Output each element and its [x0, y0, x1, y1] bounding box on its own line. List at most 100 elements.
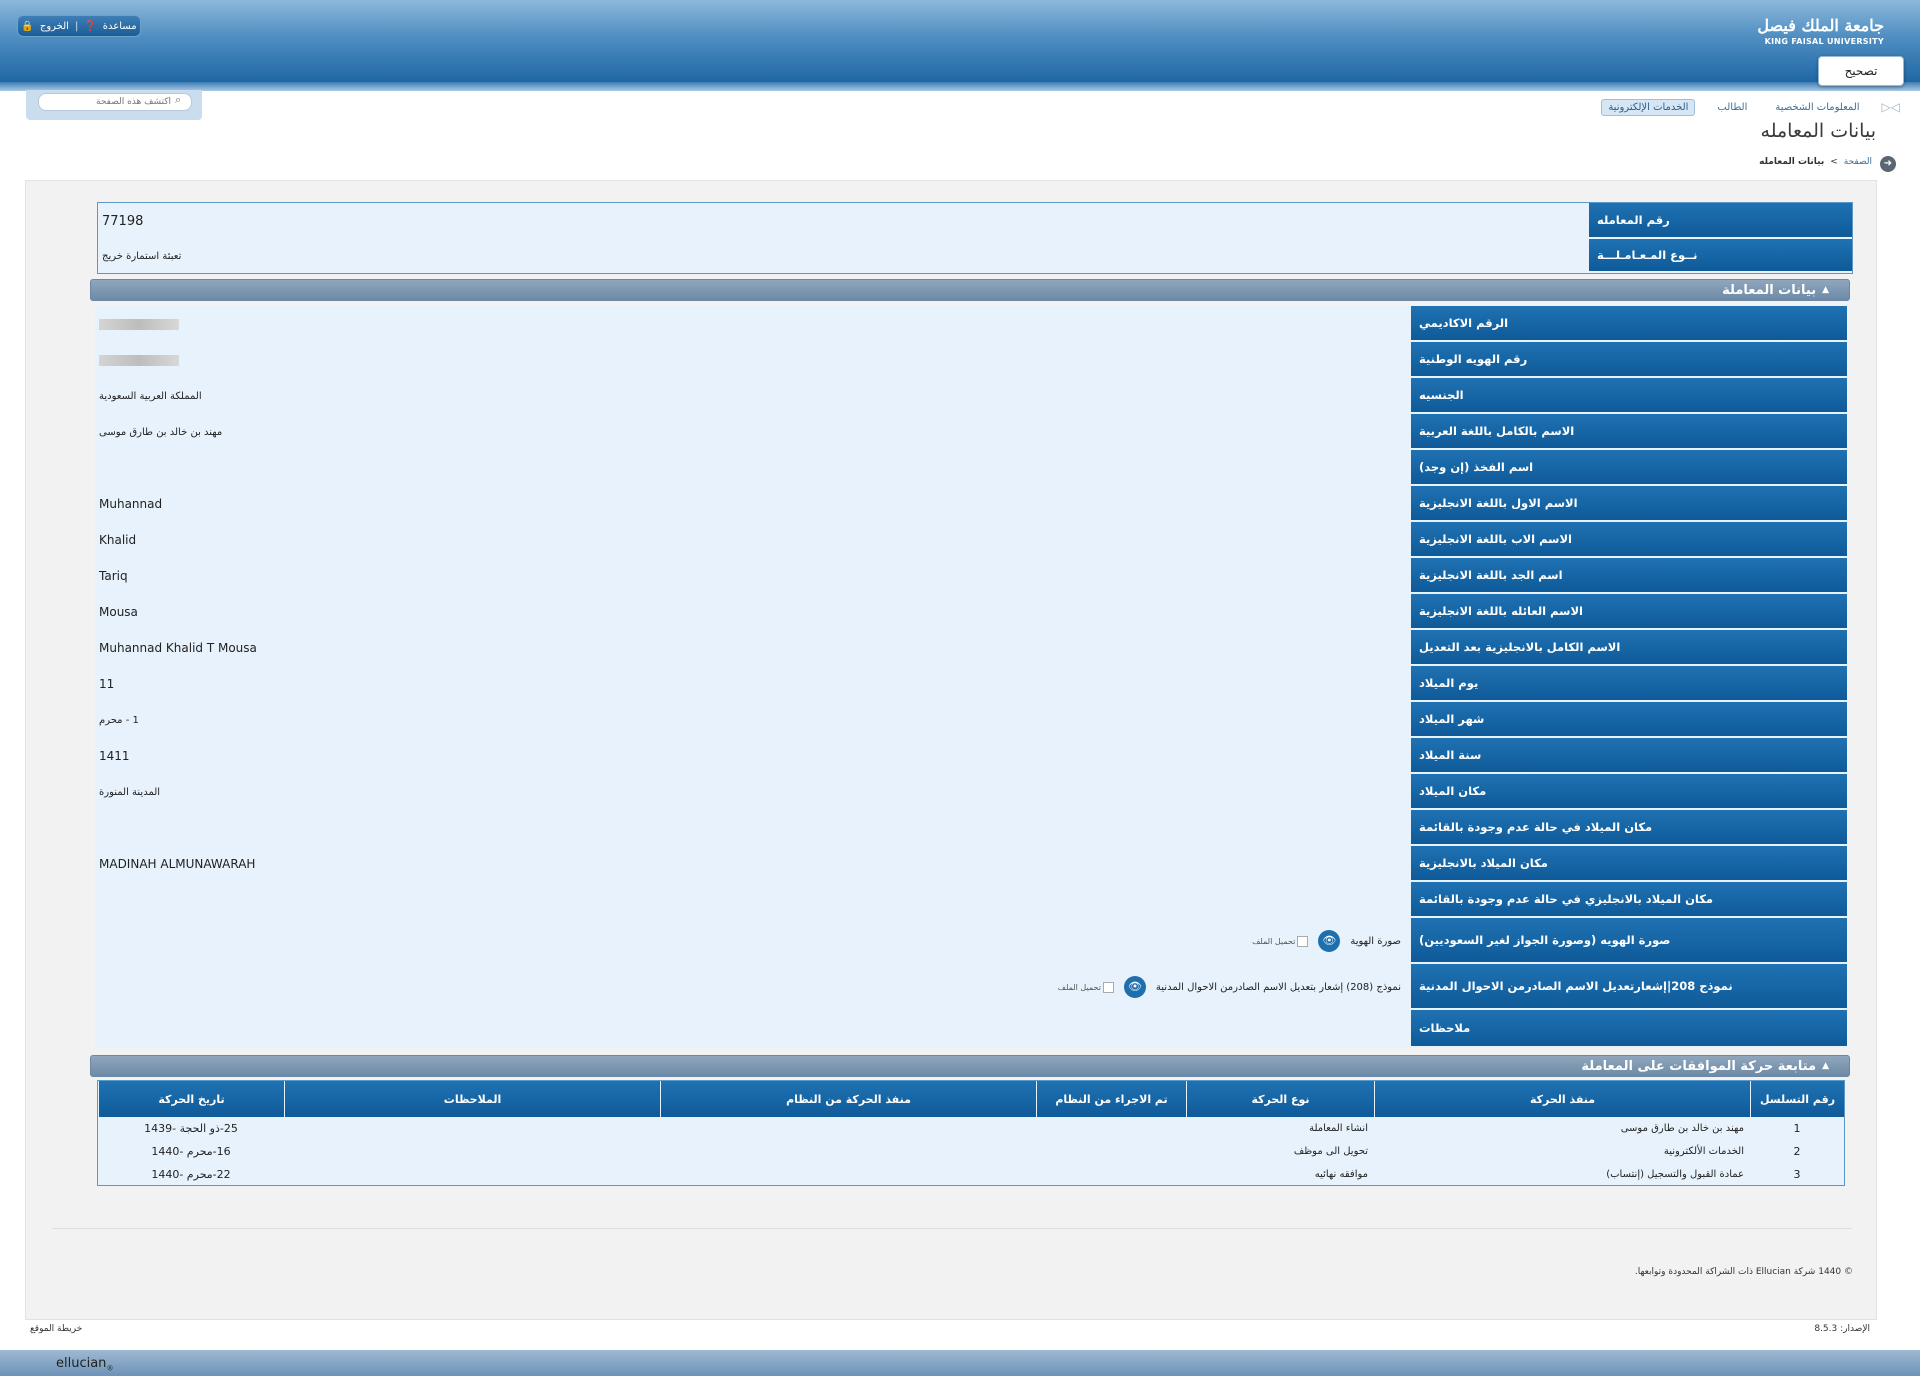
- nav-arrows-icon[interactable]: ◁▷: [1882, 100, 1900, 114]
- cell-system: [1036, 1140, 1186, 1163]
- cell-date: 25-ذو الحجة -1439: [144, 1122, 238, 1135]
- detail-row: مكان الميلاد بالانجليزي في حالة عدم وجود…: [95, 882, 1847, 918]
- detail-label: نموذج 208|إشعارتعديل الاسم الصادرمن الاح…: [1411, 964, 1847, 1010]
- cell-seq: 3: [1793, 1168, 1801, 1181]
- detail-value: MADINAH ALMUNAWARAH: [99, 857, 256, 871]
- cell-seq: 2: [1793, 1145, 1801, 1158]
- detail-label: رقم الهويه الوطنية: [1411, 342, 1847, 378]
- cell-seq: 1: [1793, 1122, 1801, 1135]
- bottom-bar: [0, 1350, 1920, 1376]
- detail-row: الاسم الاول باللغة الانجليزية Muhannad: [95, 486, 1847, 522]
- detail-value: Mousa: [99, 605, 138, 619]
- back-arrow-icon[interactable]: ➜: [1880, 156, 1896, 172]
- logout-link[interactable]: الخروج: [40, 21, 69, 32]
- transaction-number-row: رقم المعامله 77198: [98, 203, 1852, 239]
- detail-label: الاسم العائله باللغة الانجليزية: [1411, 594, 1847, 630]
- fix-button[interactable]: تصحيح: [1818, 56, 1904, 86]
- detail-label: الاسم الاب باللغة الانجليزية: [1411, 522, 1847, 558]
- detail-value: [95, 882, 1411, 918]
- breadcrumb: الصفحة > بيانات المعامله: [1759, 157, 1872, 167]
- detail-row: اسم الجد باللغة الانجليزية Tariq: [95, 558, 1847, 594]
- section-title: متابعة حركة الموافقات على المعاملة: [1581, 1058, 1817, 1074]
- column-header: نوع الحركة: [1186, 1081, 1374, 1117]
- tab-eservices[interactable]: الخدمات الإلكترونية: [1601, 98, 1696, 116]
- help-link[interactable]: مساعدة: [103, 21, 137, 32]
- cell-type: تحويل الى موظف: [1293, 1146, 1368, 1157]
- footer-divider: [52, 1228, 1852, 1229]
- detail-row: يوم الميلاد 11: [95, 666, 1847, 702]
- detail-label: يوم الميلاد: [1411, 666, 1847, 702]
- section-title: بيانات المعاملة: [1722, 282, 1817, 298]
- section-transaction-data-header[interactable]: ▲ بيانات المعاملة: [90, 279, 1850, 301]
- detail-value: المدينة المنورة: [99, 786, 161, 798]
- breadcrumb-home[interactable]: الصفحة: [1844, 157, 1872, 167]
- detail-value: مهند بن خالد بن طارق موسى: [99, 426, 223, 438]
- detail-label: ملاحظات: [1411, 1010, 1847, 1048]
- detail-label: الاسم الكامل بالانجليزية بعد التعديل: [1411, 630, 1847, 666]
- page-header: 🔒 الخروج | ❓ مساعدة جامعة الملك فيصل KIN…: [0, 0, 1920, 82]
- sitemap-link[interactable]: خريطة الموقع: [30, 1324, 82, 1334]
- caret-up-icon: ▲: [1822, 1061, 1829, 1071]
- cell-notes: [284, 1163, 660, 1186]
- download-file-link[interactable]: تحميل الملف: [1252, 935, 1309, 947]
- detail-value: [95, 450, 1411, 486]
- detail-row: رقم الهويه الوطنية: [95, 342, 1847, 378]
- tab-student[interactable]: الطالب: [1711, 100, 1753, 115]
- cell-type: انشاء المعاملة: [1309, 1123, 1368, 1134]
- page-title: بيانات المعامله: [1760, 120, 1876, 142]
- transaction-number-value: 77198: [102, 213, 144, 229]
- detail-value: المملكة العربية السعودية: [99, 390, 202, 402]
- id-image-row: صورة الهويه (وصورة الجواز لغير السعوديين…: [95, 918, 1847, 964]
- detail-row: الاسم الاب باللغة الانجليزية Khalid: [95, 522, 1847, 558]
- detail-row: سنة الميلاد 1411: [95, 738, 1847, 774]
- column-header: رقم التسلسل: [1750, 1081, 1844, 1117]
- cell-system: [1036, 1163, 1186, 1186]
- detail-value: [95, 810, 1411, 846]
- column-header: تم الاجراء من النظام: [1036, 1081, 1186, 1117]
- file-title: نموذج (208) إشعار بتعديل الاسم الصادرمن …: [1155, 981, 1401, 993]
- cell-system-actor: [660, 1163, 1036, 1186]
- tab-personal-info[interactable]: المعلومات الشخصية: [1769, 100, 1865, 115]
- eye-icon[interactable]: 👁: [1123, 976, 1146, 998]
- detail-value: 11: [99, 677, 115, 691]
- transaction-type-label: نــوع المـعـامـلـــة: [1589, 239, 1852, 273]
- search-input[interactable]: [38, 93, 192, 111]
- column-header: الملاحظات: [284, 1081, 660, 1117]
- registered-mark-icon: ®: [106, 1364, 114, 1373]
- transaction-summary: رقم المعامله 77198 نــوع المـعـامـلـــة …: [97, 202, 1853, 274]
- eye-icon[interactable]: 👁: [1318, 930, 1341, 952]
- detail-label: الجنسيه: [1411, 378, 1847, 414]
- version-text: الإصدار: 8.5.3: [1814, 1324, 1870, 1334]
- logo-english: KING FAISAL UNIVERSITY: [1764, 37, 1884, 46]
- column-header: منفذ الحركة من النظام: [660, 1081, 1036, 1117]
- detail-label: مكان الميلاد بالانجليزي في حالة عدم وجود…: [1411, 882, 1847, 918]
- section-approvals-header[interactable]: ▲ متابعة حركة الموافقات على المعاملة: [90, 1055, 1850, 1077]
- download-file-link[interactable]: تحميل الملف: [1057, 981, 1114, 993]
- detail-label: الاسم بالكامل باللغة العربية: [1411, 414, 1847, 450]
- broken-image-icon: [1102, 981, 1114, 993]
- header-stripe: [0, 82, 1920, 91]
- detail-value: Khalid: [99, 533, 137, 547]
- detail-value: [95, 1010, 1411, 1048]
- form208-row: نموذج 208|إشعارتعديل الاسم الصادرمن الاح…: [95, 964, 1847, 1010]
- top-links: 🔒 الخروج | ❓ مساعدة: [17, 15, 141, 37]
- download-alt: تحميل الملف: [1057, 982, 1101, 992]
- cell-actor: الخدمات الألكترونية: [1663, 1146, 1744, 1157]
- column-header: تاريخ الحركة: [98, 1081, 284, 1117]
- detail-row: الاسم الكامل بالانجليزية بعد التعديل Muh…: [95, 630, 1847, 666]
- detail-row: مكان الميلاد بالانجليزية MADINAH ALMUNAW…: [95, 846, 1847, 882]
- copyright-text: © 1440 شركة Ellucian ذات الشراكة المحدود…: [1634, 1267, 1853, 1277]
- cell-system: [1036, 1117, 1186, 1140]
- table-row: 1 مهند بن خالد بن طارق موسى انشاء المعام…: [98, 1117, 1844, 1140]
- detail-row: الاسم بالكامل باللغة العربية مهند بن خال…: [95, 414, 1847, 450]
- search-icon[interactable]: ⌕: [175, 93, 181, 107]
- detail-label: مكان الميلاد: [1411, 774, 1847, 810]
- cell-system-actor: [660, 1117, 1036, 1140]
- ellucian-logo: ellucian®: [56, 1356, 113, 1373]
- transaction-details: الرقم الاكاديمي رقم الهويه الوطنية الجنس…: [95, 306, 1847, 1048]
- cell-date: 22-محرم -1440: [151, 1168, 231, 1181]
- redacted-value: [99, 354, 179, 366]
- detail-value: Muhannad: [99, 497, 163, 511]
- transaction-number-label: رقم المعامله: [1589, 203, 1852, 239]
- approvals-table: رقم التسلسل منفذ الحركة نوع الحركة تم ال…: [97, 1080, 1845, 1186]
